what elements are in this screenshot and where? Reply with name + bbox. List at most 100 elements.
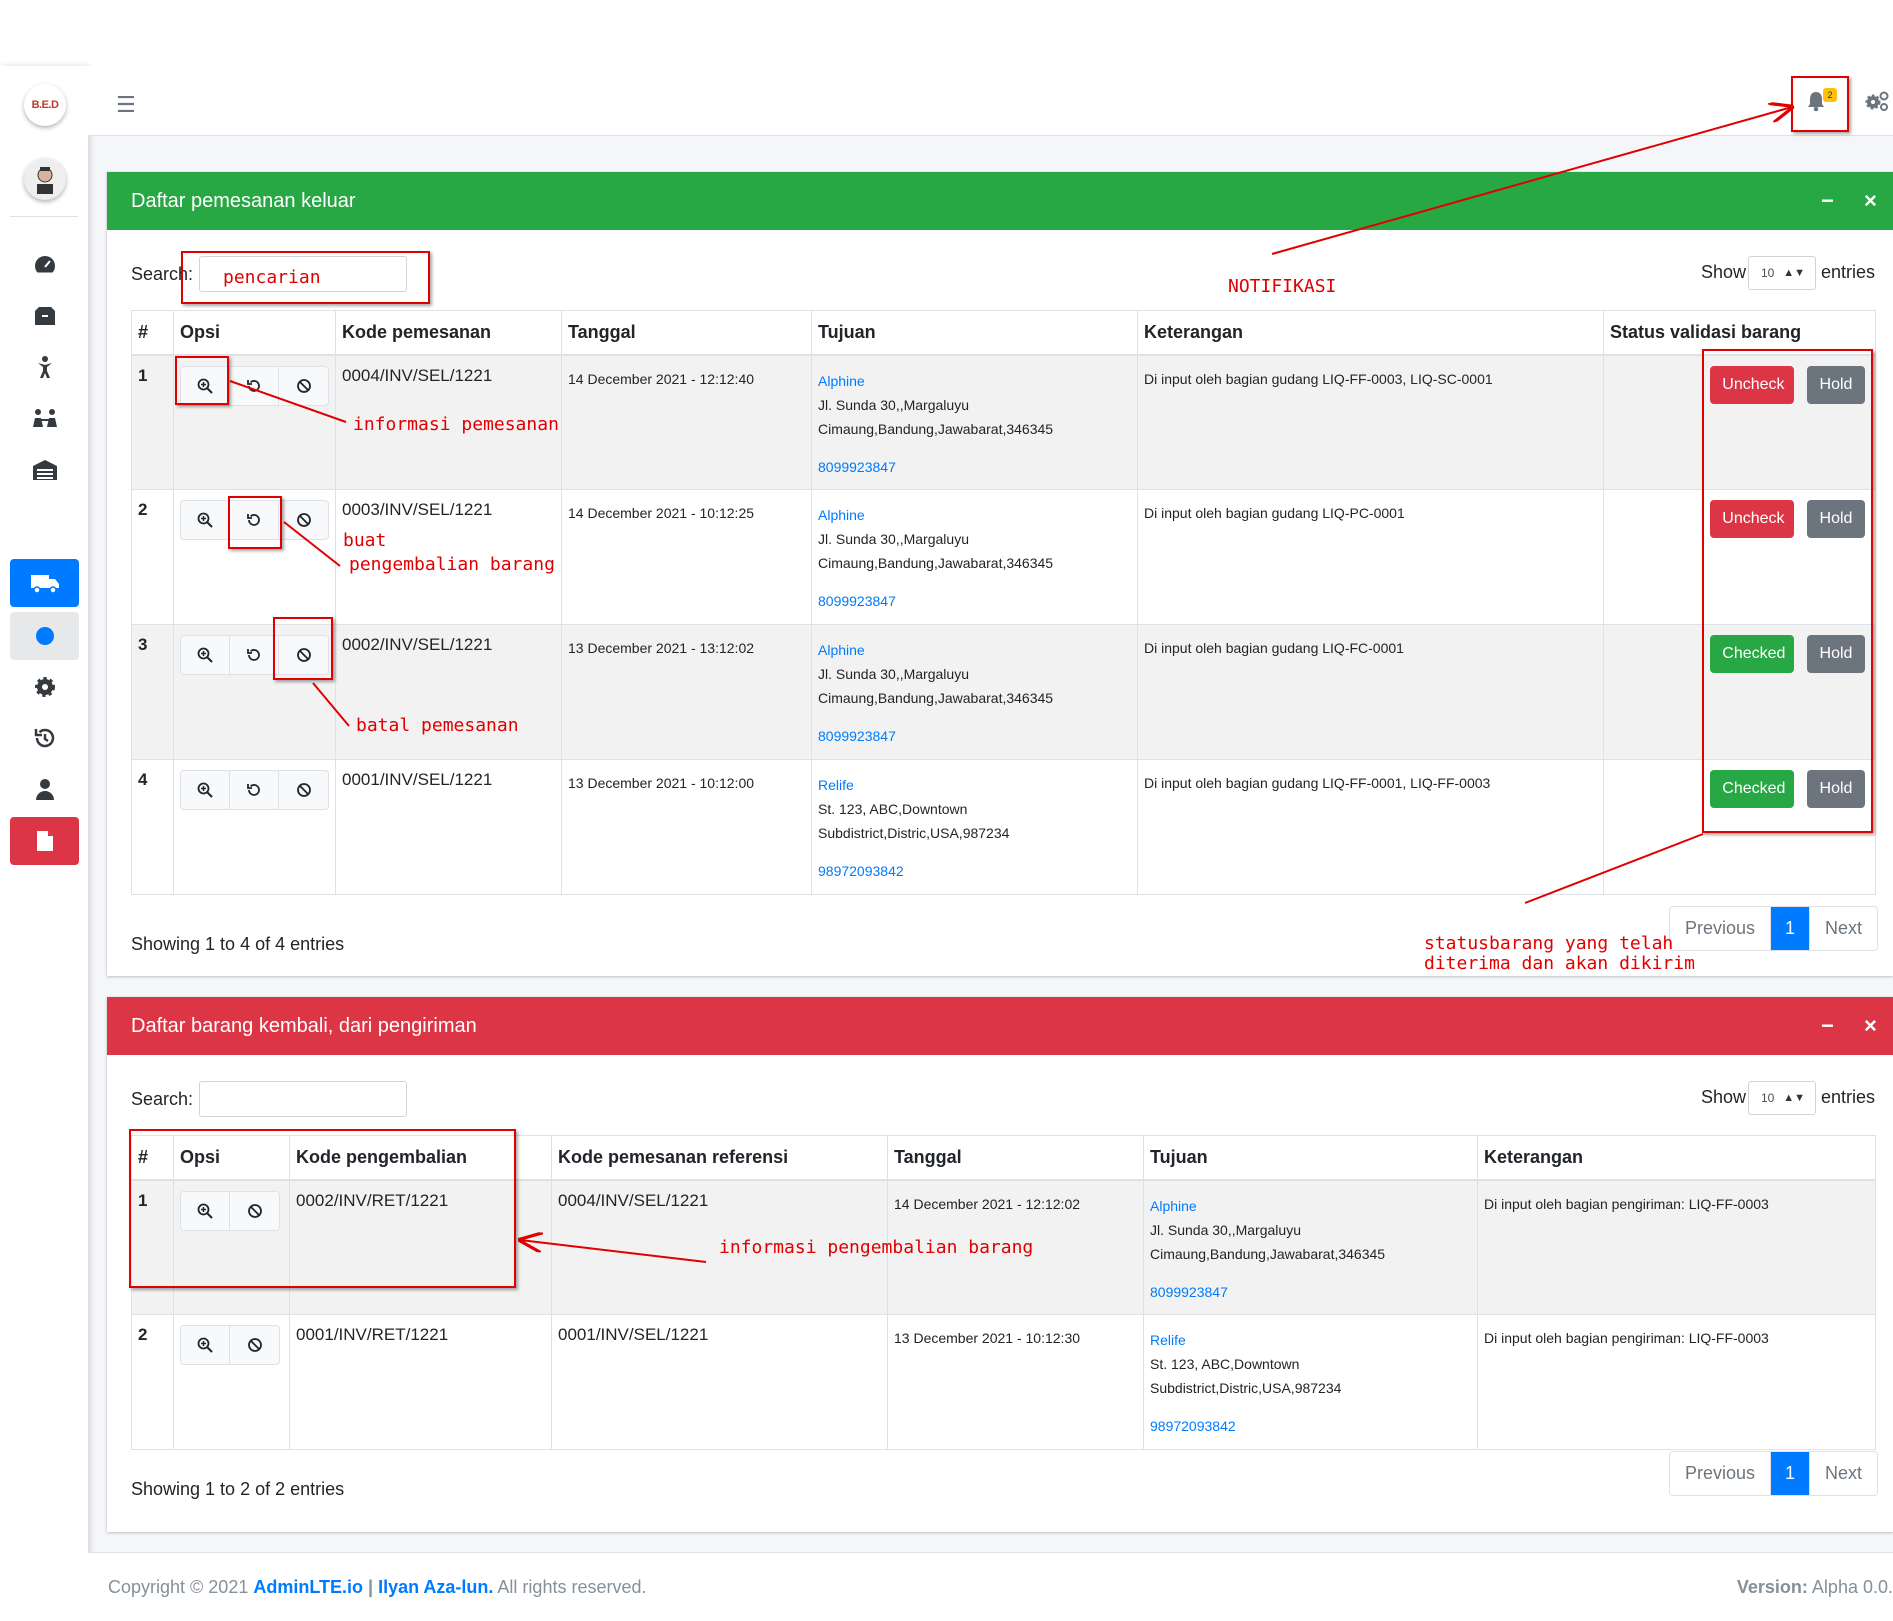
orders-next-button[interactable]: Next — [1810, 907, 1877, 950]
cancel-order-button[interactable] — [279, 771, 328, 809]
menu-toggle-icon[interactable]: ☰ — [116, 92, 136, 118]
col-header-destination[interactable]: Tujuan — [811, 310, 1138, 356]
annotation-pengembalian-barang: pengembalian barang — [349, 554, 555, 575]
circle-icon — [35, 627, 54, 645]
return-goods-button[interactable] — [230, 366, 279, 405]
row-number: 2 — [131, 1314, 174, 1450]
sidebar-item-dashboard[interactable] — [10, 240, 79, 288]
destination-cell: Alphine Jl. Sunda 30,,Margaluyu Cimaung,Ba… — [1143, 1179, 1478, 1315]
sidebar-item-boxes[interactable] — [10, 292, 79, 340]
phone-link[interactable]: 98972093842 — [1150, 1414, 1471, 1438]
annotation-box-status — [1702, 349, 1873, 833]
address-spacer — [1150, 1266, 1471, 1280]
orders-card-header: Daftar pemesanan keluar − × — [107, 172, 1893, 230]
address-line-1: Jl. Sunda 30,,Margaluyu — [1150, 1221, 1301, 1238]
cancel-return-button[interactable] — [230, 1326, 279, 1364]
returns-show-select[interactable]: 10 ▲▼ — [1748, 1081, 1816, 1115]
returns-info: Showing 1 to 2 of 2 entries — [131, 1479, 345, 1499]
returns-card-header: Daftar barang kembali, dari pengiriman −… — [107, 997, 1893, 1055]
top-strip — [0, 0, 1893, 66]
destination-link[interactable]: Alphine — [818, 638, 1131, 662]
returns-pagination: Previous 1 Next — [1669, 1451, 1879, 1496]
sidebar-divider — [10, 216, 78, 217]
return-goods-button[interactable] — [230, 771, 279, 809]
phone-link[interactable]: 8099923847 — [818, 589, 1131, 613]
col-header-options[interactable]: Opsi — [173, 310, 336, 356]
orders-show-select[interactable]: 10 ▲▼ — [1748, 256, 1816, 290]
sidebar-item-person[interactable] — [10, 343, 79, 391]
col-header-ref-order-code[interactable]: Kode pemesanan referensi — [551, 1135, 888, 1181]
orders-page-1-button[interactable]: 1 — [1771, 907, 1811, 950]
app-logo[interactable]: B.E.D — [24, 84, 66, 126]
footer-link-author[interactable]: Ilyan Aza-lun. — [378, 1577, 493, 1597]
destination-link[interactable]: Relife — [818, 773, 1131, 797]
cancel-order-button[interactable] — [279, 501, 328, 539]
user-avatar[interactable] — [24, 158, 66, 200]
address-spacer — [818, 845, 1131, 859]
col-header-note[interactable]: Keterangan — [1477, 1135, 1876, 1181]
phone-link[interactable]: 8099923847 — [1150, 1280, 1471, 1304]
address-line-2: Cimaung,Bandung,Jawabarat,346345 — [818, 420, 1054, 437]
sidebar-item-user[interactable] — [10, 765, 79, 813]
returns-page-1-button[interactable]: 1 — [1771, 1452, 1811, 1495]
returns-next-button[interactable]: Next — [1810, 1452, 1877, 1495]
sidebar-item-settings[interactable] — [10, 663, 79, 711]
col-header-destination[interactable]: Tujuan — [1143, 1135, 1478, 1181]
address-line-1: St. 123, ABC,Downtown — [818, 801, 968, 817]
options-button-group — [180, 770, 329, 810]
orders-entries-label: entries — [1821, 262, 1876, 282]
phone-link[interactable]: 8099923847 — [818, 724, 1131, 748]
col-header-note[interactable]: Keterangan — [1137, 310, 1604, 356]
address-line-2: Subdistrict,Distric,USA,987234 — [1150, 1380, 1342, 1396]
phone-link[interactable]: 98972093842 — [818, 859, 1131, 883]
destination-link[interactable]: Alphine — [818, 503, 1131, 527]
orders-header-row: # Opsi Kode pemesanan Tanggal Tujuan Ket… — [131, 310, 1876, 356]
sidebar-item-delivery[interactable] — [10, 559, 79, 607]
address-line-2: Cimaung,Bandung,Jawabarat,346345 — [818, 555, 1054, 571]
annotation-box-notification — [1791, 76, 1849, 132]
destination-cell: Alphine Jl. Sunda 30,,Margaluyu Cimaung,Ba… — [811, 489, 1138, 625]
col-header-date[interactable]: Tanggal — [887, 1135, 1144, 1181]
footer-link-adminlte[interactable]: AdminLTE.io — [253, 1577, 363, 1597]
destination-link[interactable]: Alphine — [818, 369, 1131, 393]
col-header-order-code[interactable]: Kode pemesanan — [335, 310, 562, 356]
returns-search-input[interactable] — [199, 1081, 407, 1117]
collapse-icon[interactable]: − — [1821, 172, 1834, 230]
view-return-button[interactable] — [181, 1326, 230, 1364]
footer-version: Version: Alpha 0.0. — [1737, 1577, 1893, 1598]
collapse-icon[interactable]: − — [1821, 997, 1834, 1055]
close-icon[interactable]: × — [1864, 172, 1877, 230]
view-order-button[interactable] — [181, 501, 230, 539]
rights-text: All rights reserved. — [493, 1577, 647, 1597]
destination-link[interactable]: Relife — [1150, 1328, 1471, 1352]
destination-link[interactable]: Alphine — [1150, 1194, 1471, 1218]
file-icon — [36, 831, 53, 851]
destination-cell: Alphine Jl. Sunda 30,,Margaluyu Cimaung,Ba… — [811, 354, 1138, 490]
return-goods-button[interactable] — [230, 636, 279, 674]
gears-icon[interactable] — [1864, 90, 1890, 112]
sidebar-item-submenu[interactable] — [10, 612, 79, 660]
view-order-button[interactable] — [181, 771, 230, 809]
address-line-2: Cimaung,Bandung,Jawabarat,346345 — [1150, 1245, 1386, 1262]
annotation-notifikasi: NOTIFIKASI — [1228, 276, 1337, 297]
col-header-number[interactable]: # — [131, 310, 174, 356]
col-header-date[interactable]: Tanggal — [561, 310, 812, 356]
close-icon[interactable]: × — [1864, 997, 1877, 1055]
orders-prev-button[interactable]: Previous — [1670, 907, 1772, 950]
sidebar-item-people[interactable] — [10, 394, 79, 442]
col-header-status[interactable]: Status validasi barang — [1603, 310, 1876, 356]
view-order-button[interactable] — [181, 636, 230, 674]
returns-prev-button[interactable]: Previous — [1670, 1452, 1772, 1495]
cancel-order-button[interactable] — [279, 367, 328, 405]
ban-icon — [296, 378, 311, 393]
people-icon — [32, 409, 57, 427]
top-navbar — [88, 66, 1893, 136]
sidebar-item-history[interactable] — [10, 714, 79, 762]
zoom-in-icon — [197, 1337, 213, 1353]
orders-show-label: Show — [1701, 262, 1747, 282]
sidebar-item-warehouse[interactable] — [10, 446, 79, 494]
phone-link[interactable]: 8099923847 — [818, 455, 1131, 479]
sidebar-item-report[interactable] — [10, 817, 79, 865]
returns-entries-label: entries — [1821, 1087, 1876, 1107]
row-number: 3 — [131, 624, 174, 760]
